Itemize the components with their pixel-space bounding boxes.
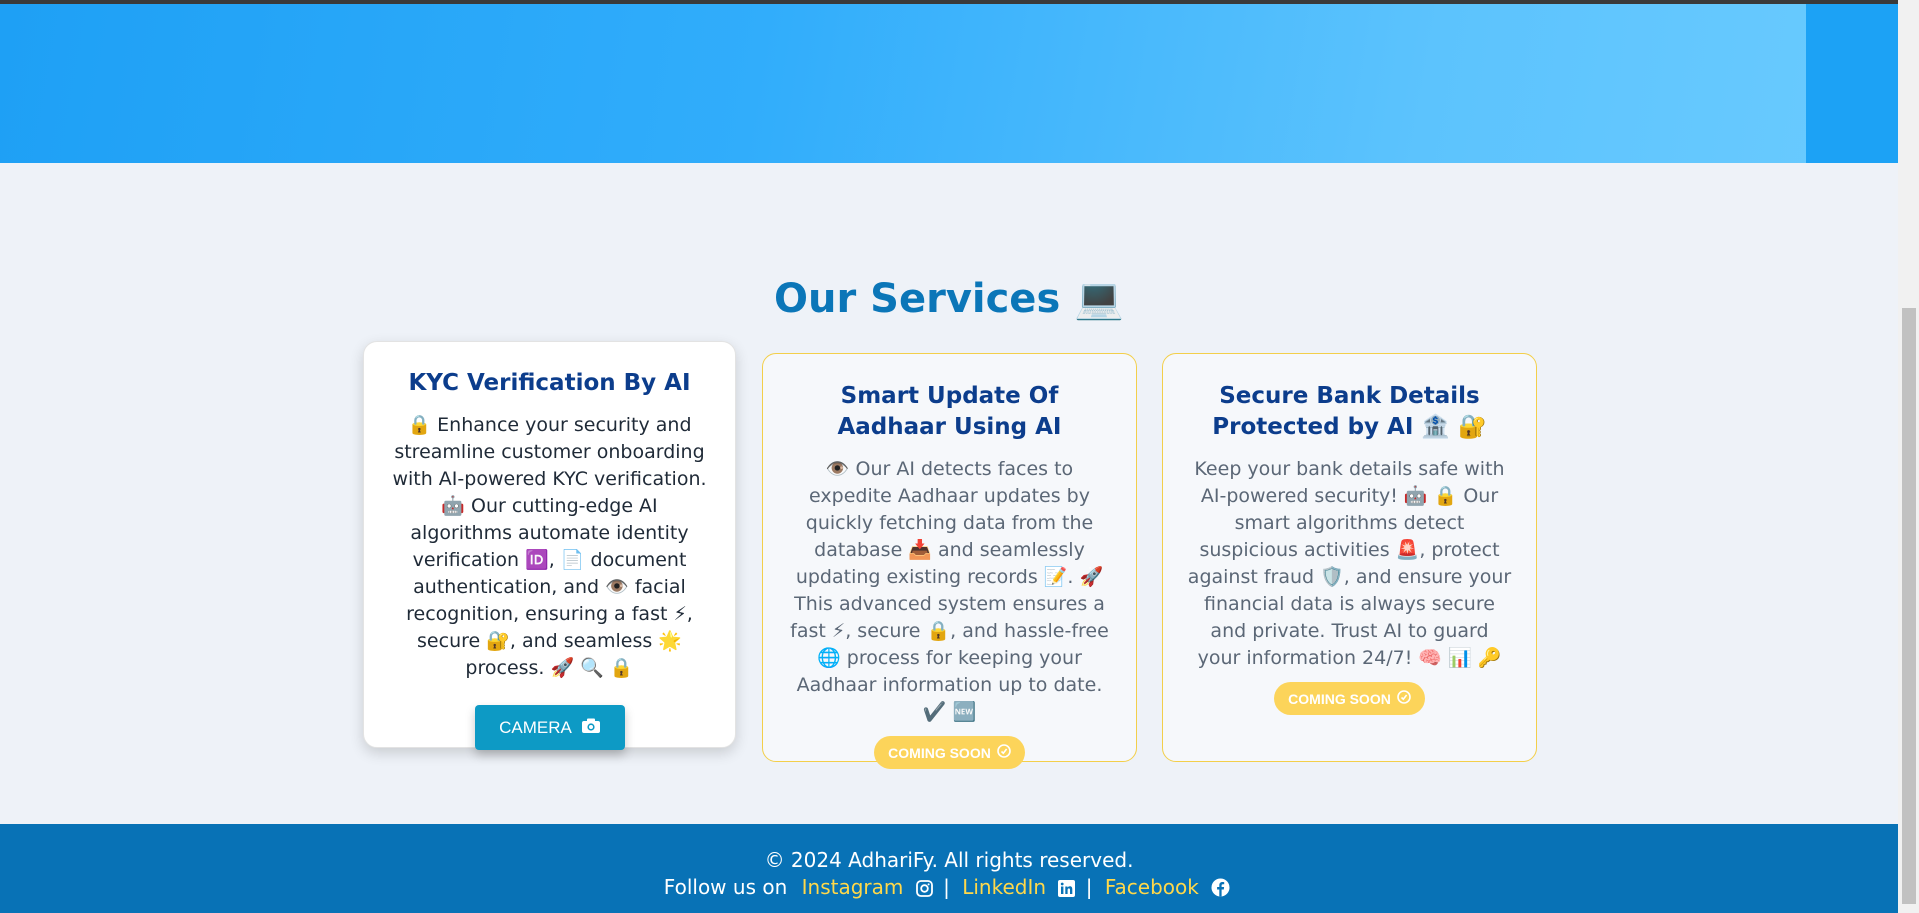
footer-follow-row: Follow us on Instagram | LinkedIn | Face…	[0, 874, 1898, 903]
card-description: 👁️ Our AI detects faces to expedite Aadh…	[790, 458, 1109, 723]
camera-button[interactable]: CAMERA	[474, 705, 625, 750]
footer-separator: |	[1085, 875, 1093, 899]
footer-separator: |	[943, 875, 950, 899]
clock-icon	[1397, 690, 1411, 707]
service-card-bank: Secure Bank Details Protected by AI 🏦 🔐 …	[1162, 353, 1537, 762]
facebook-icon[interactable]	[1211, 877, 1230, 903]
camera-icon	[581, 718, 600, 738]
service-card-aadhaar: Smart Update Of Aadhaar Using AI 👁️ Our …	[762, 353, 1137, 769]
hero-banner	[0, 4, 1898, 163]
instagram-link-label: Instagram	[801, 875, 904, 899]
linkedin-link-label: LinkedIn	[962, 875, 1047, 899]
coming-soon-badge: COMING SOON	[874, 736, 1025, 769]
service-card-kyc: KYC Verification By AI 🔒 Enhance your se…	[363, 341, 736, 750]
instagram-link[interactable]: Instagram	[802, 875, 910, 899]
clock-icon	[997, 744, 1011, 761]
badge-label: COMING SOON	[1288, 690, 1391, 707]
card-title: KYC Verification By AI	[408, 370, 691, 396]
scrollbar-thumb[interactable]	[1902, 308, 1916, 904]
follow-label: Follow us on	[663, 875, 788, 899]
card-description: 🔒 Enhance your security and streamline c…	[392, 414, 707, 679]
facebook-link-label: Facebook	[1104, 875, 1199, 899]
instagram-icon[interactable]	[915, 877, 933, 903]
badge-label: COMING SOON	[888, 744, 991, 761]
hero-side-panel	[1806, 4, 1898, 163]
facebook-link[interactable]: Facebook	[1105, 875, 1205, 899]
footer-copyright: © 2024 AdhariFy. All rights reserved.	[764, 848, 1134, 872]
camera-button-label: CAMERA	[499, 717, 572, 737]
card-title: Smart Update Of Aadhaar Using AI	[837, 383, 1062, 440]
services-heading-text: Our Services 💻	[774, 276, 1124, 322]
linkedin-link[interactable]: LinkedIn	[962, 875, 1052, 899]
card-description: Keep your bank details safe with AI-powe…	[1187, 458, 1512, 669]
page-footer: © 2024 AdhariFy. All rights reserved. Fo…	[0, 824, 1898, 913]
services-heading: Our Services 💻	[0, 275, 1898, 322]
coming-soon-badge: COMING SOON	[1274, 682, 1425, 715]
linkedin-icon[interactable]	[1058, 877, 1076, 903]
card-title: Secure Bank Details Protected by AI 🏦 🔐	[1212, 383, 1487, 440]
